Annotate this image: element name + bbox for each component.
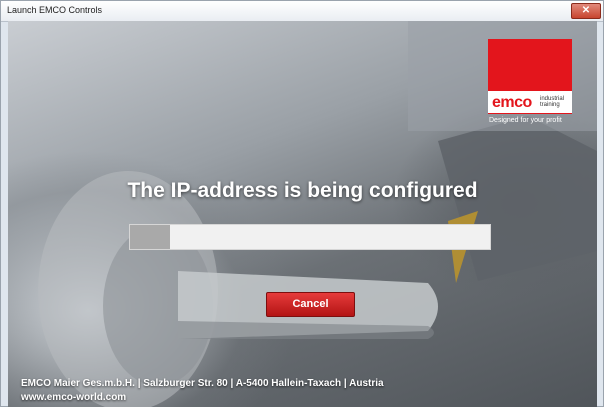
close-button[interactable]: ✕ bbox=[571, 3, 601, 19]
window-title: Launch EMCO Controls bbox=[7, 5, 103, 15]
close-icon: ✕ bbox=[581, 5, 591, 16]
footer-company-address: EMCO Maier Ges.m.b.H. | Salzburger Str. … bbox=[21, 378, 384, 389]
cancel-button[interactable]: Cancel bbox=[266, 292, 355, 317]
splash-content: emco industrial training Designed for yo… bbox=[8, 21, 597, 407]
progress-fill bbox=[130, 225, 170, 249]
progress-bar bbox=[129, 224, 491, 250]
logo-tagline: Designed for your profit bbox=[489, 117, 562, 124]
footer-website-link[interactable]: www.emco-world.com bbox=[21, 392, 126, 403]
status-heading: The IP-address is being configured bbox=[127, 179, 478, 202]
emco-logo-word: emco bbox=[492, 94, 532, 111]
emco-logo-subtitle: industrial training bbox=[540, 96, 565, 108]
launcher-window: Launch EMCO Controls ✕ emco industrial t… bbox=[0, 0, 604, 407]
title-bar[interactable]: Launch EMCO Controls ✕ bbox=[1, 1, 603, 22]
